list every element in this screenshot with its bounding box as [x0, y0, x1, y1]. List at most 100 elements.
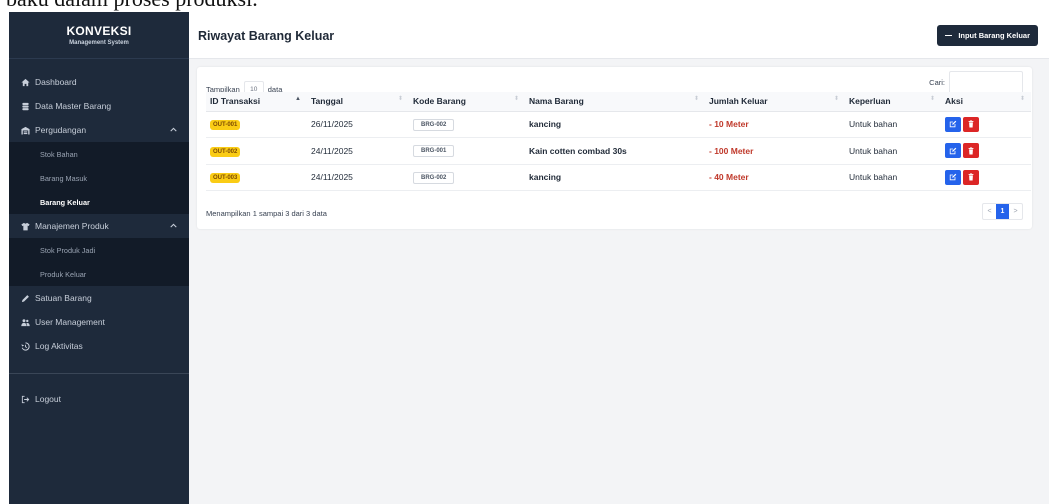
sort-icon: ⬍	[513, 96, 519, 102]
col-id-transaksi[interactable]: ID Transaksi ▲	[206, 92, 307, 112]
transaction-id-badge: OUT-002	[210, 146, 241, 157]
row-actions	[945, 143, 1031, 159]
col-aksi[interactable]: Aksi ⬍	[941, 92, 1031, 112]
edit-button[interactable]	[945, 143, 961, 159]
sidebar-item-dashboard[interactable]: Dashboard	[9, 70, 189, 94]
sort-icon: ⬍	[397, 96, 403, 102]
transaction-id-badge: OUT-003	[210, 173, 241, 184]
sidebar-item-satuan-barang[interactable]: Satuan Barang	[9, 286, 189, 310]
sidebar-item-user-management[interactable]: User Management	[9, 310, 189, 334]
sidebar-item-stok-bahan[interactable]: Stok Bahan	[9, 142, 189, 166]
sort-icon: ⬍	[833, 96, 839, 102]
keperluan-cell: Untuk bahan	[845, 164, 941, 191]
nama-barang-cell: kancing	[525, 164, 705, 191]
sidebar-item-label: User Management	[35, 317, 105, 327]
sort-icon: ⬍	[1019, 96, 1025, 102]
nama-barang-cell: Kain cotten combad 30s	[525, 137, 705, 165]
search-control: Cari:	[929, 71, 1023, 94]
warehouse-icon	[18, 126, 32, 135]
kode-barang-badge: BRG-002	[413, 171, 455, 184]
pergudangan-submenu: Stok Bahan Barang Masuk Barang Keluar	[9, 142, 189, 214]
input-barang-keluar-button[interactable]: Input Barang Keluar	[937, 25, 1038, 46]
search-label: Cari:	[929, 78, 945, 87]
transaction-id-badge: OUT-001	[210, 120, 241, 131]
sidebar-item-logout[interactable]: Logout	[9, 387, 189, 411]
col-jumlah-keluar[interactable]: Jumlah Keluar ⬍	[705, 92, 845, 112]
pagination: < 1 >	[982, 203, 1023, 220]
sidebar-item-label: Log Aktivitas	[35, 341, 83, 351]
sidebar-item-produk-keluar[interactable]: Produk Keluar	[9, 262, 189, 286]
col-nama-barang[interactable]: Nama Barang ⬍	[525, 92, 705, 112]
sidebar-item-label: Satuan Barang	[35, 293, 92, 303]
sidebar-item-label: Manajemen Produk	[35, 221, 109, 231]
edit-icon	[949, 173, 957, 181]
table-row: OUT-002 24/11/2025 BRG-001 Kain cotten c…	[206, 137, 1031, 165]
sidebar-item-data-master-barang[interactable]: Data Master Barang	[9, 94, 189, 118]
keperluan-cell: Untuk bahan	[845, 111, 941, 138]
manajemen-produk-submenu: Stok Produk Jadi Produk Keluar	[9, 238, 189, 286]
page-title: Riwayat Barang Keluar	[198, 29, 335, 43]
keperluan-cell: Untuk bahan	[845, 137, 941, 165]
page-header: Riwayat Barang Keluar Input Barang Kelua…	[189, 12, 1049, 59]
partial-top-text: baku dalam proses produksi.	[0, 0, 1049, 12]
kode-barang-badge: BRG-002	[413, 118, 455, 131]
pagination-page-current[interactable]: 1	[996, 204, 1009, 219]
row-actions	[945, 116, 1031, 132]
input-barang-keluar-label: Input Barang Keluar	[958, 31, 1030, 40]
table-row: OUT-003 24/11/2025 BRG-002 kancing - 40 …	[206, 164, 1031, 191]
col-tanggal[interactable]: Tanggal ⬍	[307, 92, 409, 112]
table-row: OUT-001 26/11/2025 BRG-002 kancing - 10 …	[206, 111, 1031, 138]
sidebar-item-label: Data Master Barang	[35, 101, 112, 111]
sort-asc-icon: ▲	[295, 96, 301, 102]
jumlah-keluar-cell: - 40 Meter	[705, 164, 845, 191]
sidebar-item-label: Dashboard	[35, 77, 77, 87]
trash-icon	[968, 120, 974, 128]
edit-icon	[949, 147, 957, 154]
sidebar-item-manajemen-produk[interactable]: Manajemen Produk	[9, 214, 189, 238]
sidebar: KONVEKSI Management System Dashboard Dat…	[9, 12, 189, 504]
sidebar-item-stok-produk-jadi[interactable]: Stok Produk Jadi	[9, 238, 189, 262]
shirt-icon	[18, 222, 32, 231]
trash-icon	[968, 147, 974, 155]
sidebar-item-pergudangan[interactable]: Pergudangan	[9, 118, 189, 142]
pencil-icon	[18, 294, 32, 303]
sidebar-divider	[9, 373, 189, 374]
main-content: Riwayat Barang Keluar Input Barang Kelua…	[189, 12, 1049, 504]
col-keperluan[interactable]: Keperluan ⬍	[845, 92, 941, 112]
col-kode-barang[interactable]: Kode Barang ⬍	[409, 92, 525, 112]
nama-barang-cell: kancing	[525, 111, 705, 138]
delete-button[interactable]	[963, 169, 979, 185]
jumlah-keluar-cell: - 100 Meter	[705, 137, 845, 165]
logout-icon	[18, 395, 32, 404]
chevron-up-icon[interactable]	[170, 223, 177, 228]
tanggal-cell: 24/11/2025	[307, 137, 409, 165]
brand-title: KONVEKSI	[66, 24, 132, 38]
delete-button[interactable]	[963, 116, 979, 132]
search-input[interactable]	[949, 71, 1023, 94]
sidebar-item-log-aktivitas[interactable]: Log Aktivitas	[9, 334, 189, 358]
chevron-up-icon[interactable]	[170, 127, 177, 132]
edit-button[interactable]	[945, 169, 961, 185]
sidebar-item-barang-keluar[interactable]: Barang Keluar	[9, 190, 189, 214]
sort-icon: ⬍	[929, 96, 935, 102]
table-header-row: ID Transaksi ▲ Tanggal ⬍ Kode Barang ⬍ Nama…	[206, 92, 1031, 112]
tanggal-cell: 26/11/2025	[307, 111, 409, 138]
edit-icon	[949, 120, 957, 128]
history-icon	[18, 341, 32, 351]
edit-button[interactable]	[945, 116, 961, 132]
data-card: Tampilkan 10 data Cari: ID Transaksi ▲ Ta…	[197, 67, 1032, 229]
delete-button[interactable]	[963, 143, 979, 159]
minus-icon	[945, 34, 953, 37]
pagination-prev[interactable]: <	[983, 204, 996, 219]
pagination-next[interactable]: >	[1009, 204, 1022, 219]
row-actions	[945, 169, 1031, 185]
tanggal-cell: 24/11/2025	[307, 164, 409, 191]
brand: KONVEKSI Management System	[9, 12, 189, 59]
table-info: Menampilkan 1 sampai 3 dari 3 data	[206, 209, 327, 218]
data-table: ID Transaksi ▲ Tanggal ⬍ Kode Barang ⬍ Nama…	[206, 92, 1031, 191]
sidebar-item-barang-masuk[interactable]: Barang Masuk	[9, 166, 189, 190]
kode-barang-badge: BRG-001	[413, 145, 455, 158]
home-icon	[18, 78, 32, 87]
sidebar-menu: Dashboard Data Master Barang Pergudangan…	[9, 70, 189, 411]
sidebar-item-label: Logout	[35, 394, 61, 404]
